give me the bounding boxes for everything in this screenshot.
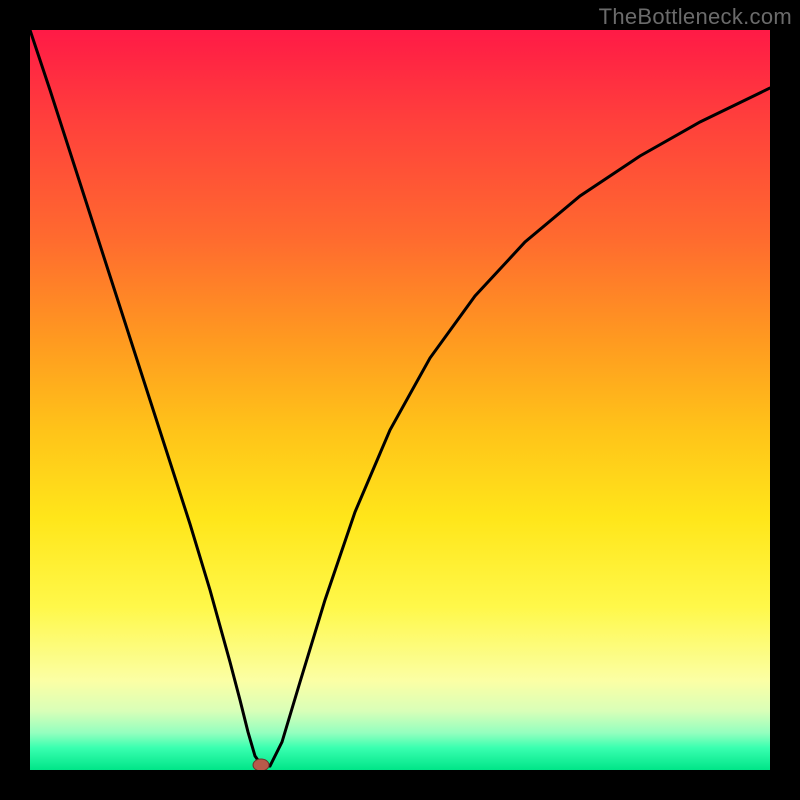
chart-svg [30,30,770,770]
plot-area [30,30,770,770]
chart-frame: TheBottleneck.com [0,0,800,800]
watermark-text: TheBottleneck.com [599,4,792,30]
bottleneck-curve [30,30,770,766]
optimal-point-marker [253,759,269,770]
